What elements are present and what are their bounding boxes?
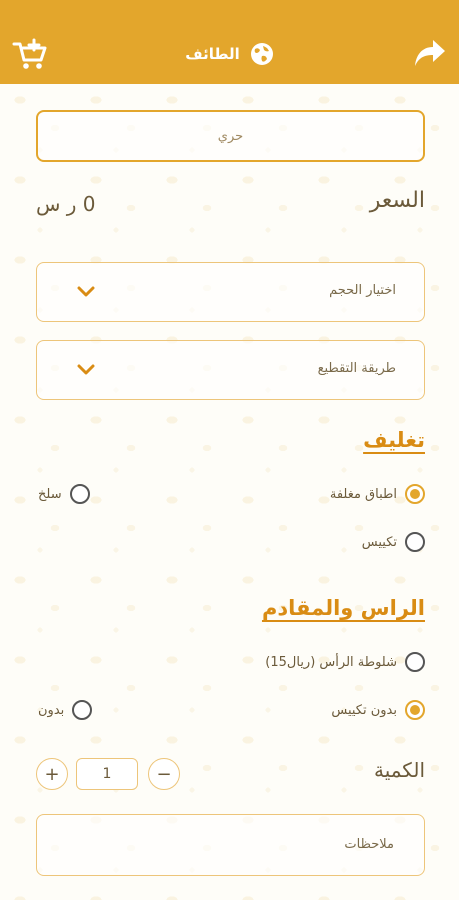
packaging-option-skinning[interactable]: سلخ <box>38 484 90 504</box>
quantity-input[interactable]: 1 <box>76 758 138 790</box>
radio-button[interactable] <box>405 700 425 720</box>
chevron-down-icon <box>77 286 95 297</box>
notes-field[interactable]: ملاحظات <box>36 814 425 876</box>
price-value: 0 ر س <box>36 192 96 216</box>
radio-button[interactable] <box>72 700 93 720</box>
radio-button[interactable] <box>69 484 90 504</box>
product-name: حري <box>217 129 244 144</box>
head-option-singe[interactable]: شلوطة الرأس (ريال15) <box>265 652 425 672</box>
cut-dropdown-placeholder: طريقة التقطيع <box>317 361 396 376</box>
price-label: السعر <box>369 188 425 213</box>
packaging-option-bagging[interactable]: تكييس <box>362 532 425 552</box>
quantity-increment-button[interactable]: + <box>36 758 68 790</box>
radio-label: شلوطة الرأس (ريال15) <box>265 654 397 670</box>
radio-label: اطباق مغلفة <box>329 486 397 502</box>
packaging-title: تغليف <box>363 428 425 452</box>
head-option-none[interactable]: بدون <box>38 700 93 720</box>
size-dropdown[interactable]: اختيار الحجم <box>36 262 425 322</box>
product-name-field: حري <box>36 110 425 162</box>
radio-label: سلخ <box>38 486 62 502</box>
head-option-no-bagging[interactable]: بدون تكييس <box>331 700 425 720</box>
page-title: الطائف <box>185 45 240 63</box>
radio-label: بدون تكييس <box>331 702 397 718</box>
quantity-label: الكمية <box>373 758 425 782</box>
packaging-option-sealed-plates[interactable]: اطباق مغلفة <box>330 484 425 504</box>
radio-label: تكييس <box>361 534 397 550</box>
radio-button[interactable] <box>405 484 425 504</box>
app-bar: الطائف <box>0 0 459 84</box>
globe-icon <box>250 43 273 65</box>
chevron-down-icon <box>77 364 95 375</box>
radio-button[interactable] <box>405 532 425 552</box>
size-dropdown-placeholder: اختيار الحجم <box>329 283 396 298</box>
header-title-group: الطائف <box>0 40 459 68</box>
notes-placeholder: ملاحظات <box>344 837 394 852</box>
radio-button[interactable] <box>405 652 425 672</box>
share-icon[interactable] <box>413 36 447 70</box>
radio-label: بدون <box>38 702 65 718</box>
cut-method-dropdown[interactable]: طريقة التقطيع <box>36 340 425 400</box>
head-section-title: الراس والمقادم <box>261 596 425 620</box>
quantity-decrement-button[interactable]: − <box>148 758 180 790</box>
